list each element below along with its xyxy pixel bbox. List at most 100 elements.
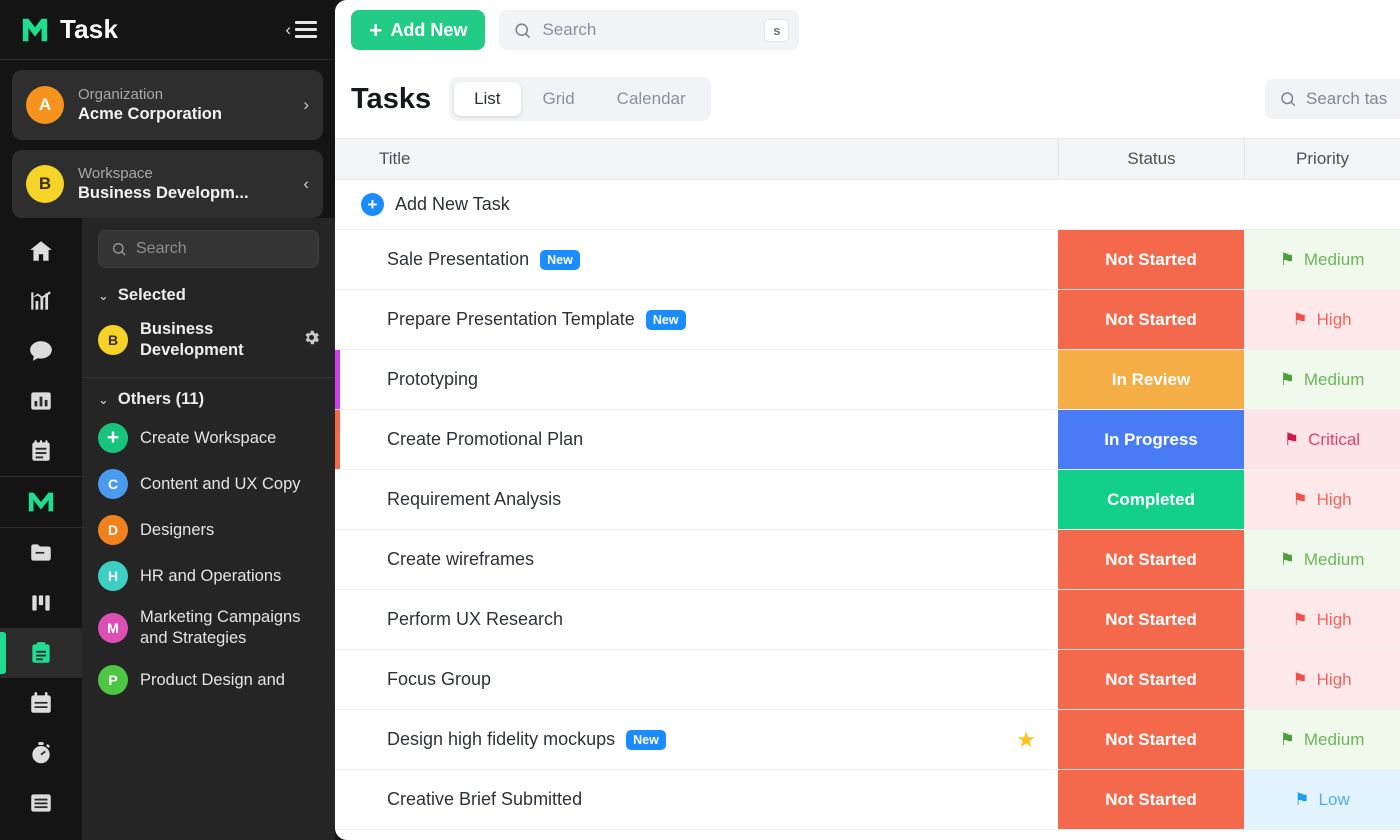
star-icon[interactable]: ★ <box>1016 729 1036 751</box>
tasks-table: Title Status Priority + Add New Task Sal… <box>335 138 1400 840</box>
cell-title[interactable]: Perform UX Research <box>335 590 1058 649</box>
search-icon <box>1279 90 1297 108</box>
global-search-input[interactable]: Search s <box>499 10 799 50</box>
organization-text: Organization Acme Corporation <box>78 85 295 125</box>
priority-cell[interactable]: ⚑High <box>1244 590 1400 649</box>
cell-title[interactable]: Requirement Analysis <box>335 470 1058 529</box>
table-row[interactable]: Focus GroupNot Started⚑High <box>335 650 1400 710</box>
column-header-title[interactable]: Title <box>335 139 1058 179</box>
table-row[interactable]: Perform UX ResearchNot Started⚑High <box>335 590 1400 650</box>
flag-icon: ⚑ <box>1292 611 1307 628</box>
table-row[interactable]: Create Promotional Plan In Progress⚑Criti… <box>335 410 1400 470</box>
cell-title[interactable]: Create Promotional Plan <box>335 410 1058 469</box>
priority-cell[interactable]: ⚑Medium <box>1244 710 1400 769</box>
row-color-bar <box>335 350 340 409</box>
priority-cell[interactable]: ⚑High <box>1244 290 1400 349</box>
organization-avatar: A <box>26 86 64 124</box>
status-badge[interactable]: Not Started <box>1058 770 1244 829</box>
global-search-placeholder: Search <box>542 20 764 40</box>
status-badge[interactable]: Not Started <box>1058 650 1244 709</box>
tab-calendar[interactable]: Calendar <box>597 82 706 116</box>
cell-title[interactable]: Prototyping <box>335 350 1058 409</box>
priority-cell[interactable]: ⚑Medium <box>1244 230 1400 289</box>
cell-title[interactable]: Create wireframes <box>335 530 1058 589</box>
workspace-label: Workspace <box>78 164 295 183</box>
timer-icon <box>28 740 54 766</box>
sidebar-item-business-development[interactable]: B Business Development <box>82 311 335 369</box>
tab-list[interactable]: List <box>454 82 520 116</box>
sidebar-item-folder[interactable] <box>0 528 82 578</box>
priority-cell[interactable]: ⚑Critical <box>1244 410 1400 469</box>
tab-grid[interactable]: Grid <box>523 82 595 116</box>
sidebar-item-content-ux-copy[interactable]: C Content and UX Copy <box>82 461 335 507</box>
table-row[interactable]: Creative Brief SubmittedNot Started⚑Low <box>335 770 1400 830</box>
task-title: Create wireframes <box>387 549 534 570</box>
priority-cell[interactable]: ⚑High <box>1244 650 1400 709</box>
flag-icon: ⚑ <box>1280 251 1295 268</box>
gear-icon[interactable] <box>302 328 321 352</box>
collapse-sidebar-icon[interactable]: ‹ <box>285 21 317 38</box>
sidebar-item-calendar[interactable] <box>0 678 82 728</box>
cell-title[interactable]: Creative Brief Submitted <box>335 770 1058 829</box>
cell-title[interactable]: Focus Group <box>335 650 1058 709</box>
workspace-initial: H <box>98 561 128 591</box>
brand-name: Task <box>60 14 285 45</box>
table-row[interactable]: Sale PresentationNewNot Started⚑Medium <box>335 230 1400 290</box>
sidebar-item-timer[interactable] <box>0 728 82 778</box>
cell-title[interactable]: Prepare Presentation TemplateNew <box>335 290 1058 349</box>
organization-label: Organization <box>78 85 295 104</box>
status-badge[interactable]: Not Started <box>1058 290 1244 349</box>
task-title: Requirement Analysis <box>387 489 561 510</box>
sidebar-item-product-design[interactable]: P Product Design and <box>82 657 335 703</box>
status-badge[interactable]: Not Started <box>1058 710 1244 769</box>
chevron-down-icon: ⌄ <box>98 288 109 304</box>
sidebar-item-brand[interactable] <box>0 477 82 527</box>
priority-cell[interactable]: ⚑High <box>1244 470 1400 529</box>
sidebar-item-notes[interactable] <box>0 426 82 476</box>
add-new-label: Add New <box>390 20 467 41</box>
sidebar-item-home[interactable] <box>0 226 82 276</box>
add-new-button[interactable]: + Add New <box>351 10 485 50</box>
table-row[interactable]: Design high fidelity mockupsNew★Not Star… <box>335 710 1400 770</box>
priority-cell[interactable]: ⚑Low <box>1244 770 1400 829</box>
sidebar-item-analytics[interactable] <box>0 276 82 326</box>
workspace-search-input[interactable]: Search <box>98 230 319 268</box>
table-row[interactable]: Requirement Analysis Completed⚑High <box>335 470 1400 530</box>
others-group-header[interactable]: ⌄ Others (11) <box>82 378 335 415</box>
selected-group-header[interactable]: ⌄ Selected <box>82 274 335 311</box>
status-badge[interactable]: In Review <box>1058 350 1244 409</box>
status-badge[interactable]: In Progress <box>1058 410 1244 469</box>
task-title: Create Promotional Plan <box>387 429 583 450</box>
status-badge[interactable]: Not Started <box>1058 530 1244 589</box>
create-workspace-button[interactable]: + Create Workspace <box>82 415 335 461</box>
status-badge[interactable]: Not Started <box>1058 230 1244 289</box>
column-header-status[interactable]: Status <box>1058 139 1244 179</box>
table-row[interactable]: PrototypingIn Review⚑Medium <box>335 350 1400 410</box>
add-new-task-row[interactable]: + Add New Task <box>335 180 1400 230</box>
plus-circle-icon: + <box>361 193 384 216</box>
sidebar-item-list[interactable] <box>0 778 82 828</box>
priority-cell[interactable]: ⚑Medium <box>1244 350 1400 409</box>
sidebar-item-chat[interactable] <box>0 326 82 376</box>
sidebar-item-reports[interactable] <box>0 376 82 426</box>
status-badge[interactable]: Not Started <box>1058 590 1244 649</box>
table-row[interactable]: Create wireframes Not Started⚑Medium <box>335 530 1400 590</box>
status-badge[interactable]: Completed <box>1058 470 1244 529</box>
cell-title[interactable]: Sale PresentationNew <box>335 230 1058 289</box>
sidebar-item-marketing-campaigns[interactable]: M Marketing Campaigns and Strategies <box>82 599 335 657</box>
workspace-name: Product Design and <box>140 670 321 691</box>
task-search-input[interactable]: Search tas <box>1265 79 1400 119</box>
table-row[interactable]: Prepare Presentation TemplateNewNot Star… <box>335 290 1400 350</box>
sidebar-item-designers[interactable]: D Designers <box>82 507 335 553</box>
column-header-priority[interactable]: Priority <box>1244 139 1400 179</box>
hamburger-icon <box>295 21 317 38</box>
sidebar-item-tasks[interactable] <box>0 628 82 678</box>
sidebar-item-board[interactable] <box>0 578 82 628</box>
priority-label: High <box>1317 670 1352 690</box>
organization-selector[interactable]: A Organization Acme Corporation › <box>12 70 323 140</box>
priority-cell[interactable]: ⚑Medium <box>1244 530 1400 589</box>
workspace-selector[interactable]: B Workspace Business Developm... ‹ <box>12 150 323 218</box>
sidebar-item-hr-operations[interactable]: H HR and Operations <box>82 553 335 599</box>
cell-title[interactable]: Design high fidelity mockupsNew★ <box>335 710 1058 769</box>
org-workspace-block: A Organization Acme Corporation › B Work… <box>0 60 335 218</box>
